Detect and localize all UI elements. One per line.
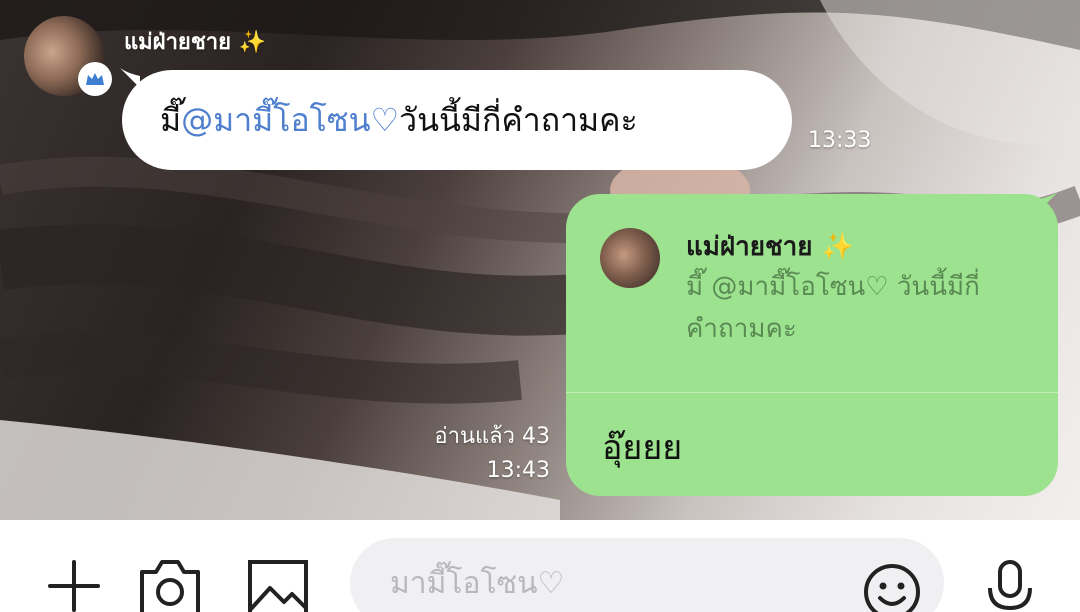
- incoming-message-bubble[interactable]: มี๊ @มามี๊โอโซน♡ วันนี้มีกี่คำถามคะ: [122, 70, 792, 170]
- mic-icon: [988, 560, 1032, 611]
- image-button[interactable]: [246, 558, 310, 612]
- sender-name[interactable]: แม่ฝ่ายชาย ✨: [124, 24, 266, 59]
- voice-button[interactable]: [980, 558, 1040, 612]
- incoming-timestamp: 13:33: [808, 128, 872, 153]
- reply-quote[interactable]: แม่ฝ่ายชาย ✨ มี๊ @มามี๊โอโซน♡ วันนี้มีกี…: [566, 194, 1058, 392]
- message-text: มี๊: [160, 100, 182, 139]
- plus-icon: [48, 560, 100, 612]
- camera-button[interactable]: [138, 558, 202, 612]
- image-icon: [248, 560, 308, 612]
- message-text-suffix: วันนี้มีกี่คำถามคะ: [399, 100, 638, 139]
- crown-icon: [86, 73, 104, 85]
- outgoing-message-text: อุ๊ยยย: [602, 428, 683, 468]
- add-button[interactable]: [44, 556, 104, 612]
- mention-link[interactable]: @มามี๊โอโซน♡: [181, 95, 399, 146]
- camera-icon: [140, 560, 200, 612]
- message-input[interactable]: [350, 538, 944, 612]
- reply-quoted-text: มี๊ @มามี๊โอโซน♡ วันนี้มีกี่คำถามคะ: [686, 272, 980, 344]
- read-receipt: อ่านแล้ว 43 13:43: [434, 420, 550, 488]
- outgoing-timestamp: 13:43: [486, 458, 550, 483]
- read-status-text: อ่านแล้ว 43: [434, 424, 550, 449]
- crown-badge: [78, 62, 112, 96]
- smile-icon: [864, 564, 920, 612]
- outgoing-message-bubble[interactable]: แม่ฝ่ายชาย ✨ มี๊ @มามี๊โอโซน♡ วันนี้มีกี…: [566, 194, 1058, 496]
- reply-avatar: [600, 228, 660, 288]
- emoji-button[interactable]: [862, 562, 922, 612]
- reply-divider: [566, 392, 1058, 393]
- reply-sender-name: แม่ฝ่ายชาย ✨: [686, 232, 854, 262]
